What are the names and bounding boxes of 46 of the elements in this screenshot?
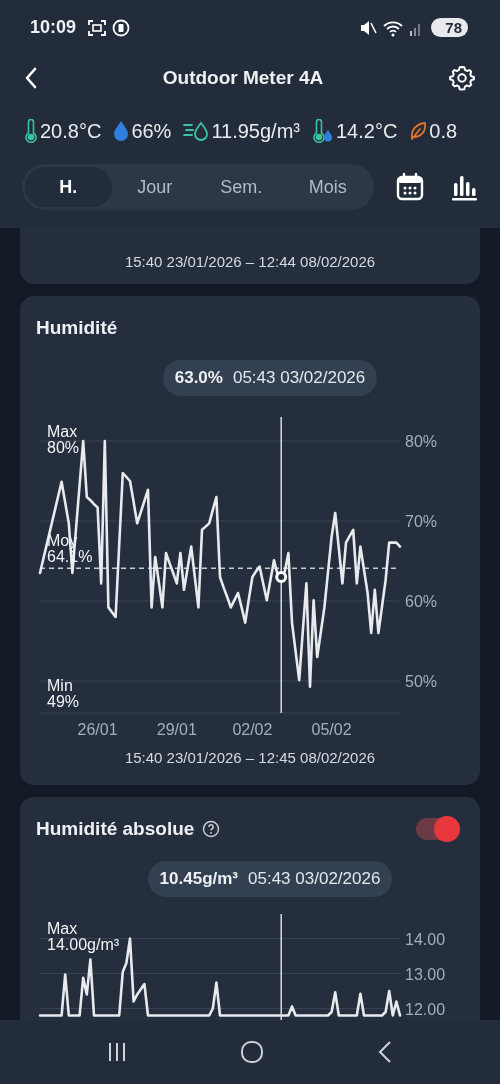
screenshot-icon: [87, 18, 108, 37]
y-tick-label: 13.00: [405, 965, 446, 983]
tooltip-value: 10.45g/m³: [159, 869, 239, 889]
mute-icon: [359, 18, 378, 37]
tooltip-time: 05:43 03/02/2026: [248, 869, 381, 889]
period-tab[interactable]: Sem.: [198, 167, 285, 207]
x-tick-label: 26/01: [77, 721, 118, 738]
x-tick-label: 29/01: [156, 721, 197, 738]
y-tick-label: 60%: [405, 593, 438, 610]
status-time: 10:09: [30, 17, 77, 38]
date-range: 15:40 23/01/2026 – 12:45 08/02/2026: [124, 749, 376, 766]
stat-value: 49%: [47, 693, 80, 710]
card-title: Humidité: [36, 317, 118, 339]
tooltip-time: 05:43 03/02/2026: [232, 368, 366, 388]
stat-label: Max: [47, 423, 78, 440]
toggle-switch[interactable]: [416, 818, 458, 840]
help-icon[interactable]: [202, 820, 221, 838]
period-tab[interactable]: Jour: [111, 167, 198, 207]
date-range: 15:40 23/01/2026 – 12:44 08/02/2026: [124, 253, 376, 270]
record-icon: [112, 18, 131, 37]
x-tick-label: 02/02: [232, 721, 273, 738]
tooltip-value: 63.0%: [174, 368, 223, 388]
y-tick-label: 80%: [405, 433, 438, 450]
recent-apps-icon: [106, 1041, 128, 1063]
period-tab[interactable]: H.: [25, 167, 112, 207]
home-icon: [240, 1040, 264, 1064]
card-title: Humidité absolue: [36, 818, 195, 840]
reading-value: 11.95g/m³: [211, 119, 300, 143]
y-tick-label: 70%: [405, 513, 438, 530]
period-tab[interactable]: Mois: [284, 167, 371, 207]
back-icon: [376, 1040, 394, 1064]
stat-label: Max: [47, 920, 78, 937]
reading-value: 0.8: [429, 119, 458, 143]
reading-value: 66%: [131, 119, 172, 143]
stat-label: Min: [47, 677, 73, 694]
data-point-marker: [275, 571, 288, 583]
battery-level: 78: [431, 18, 468, 37]
x-tick-label: 05/02: [311, 721, 352, 738]
reading-value: 14.2°C: [336, 119, 398, 143]
y-tick-label: 50%: [405, 673, 438, 690]
y-tick-label: 12.00: [405, 1000, 446, 1018]
device-title: Outdoor Meter 4A: [161, 66, 325, 89]
stat-value: 14.00g/m³: [47, 936, 120, 953]
y-tick-label: 14.00: [405, 930, 446, 948]
stat-value: 80%: [47, 439, 80, 456]
reading-value: 20.8°C: [40, 119, 102, 143]
